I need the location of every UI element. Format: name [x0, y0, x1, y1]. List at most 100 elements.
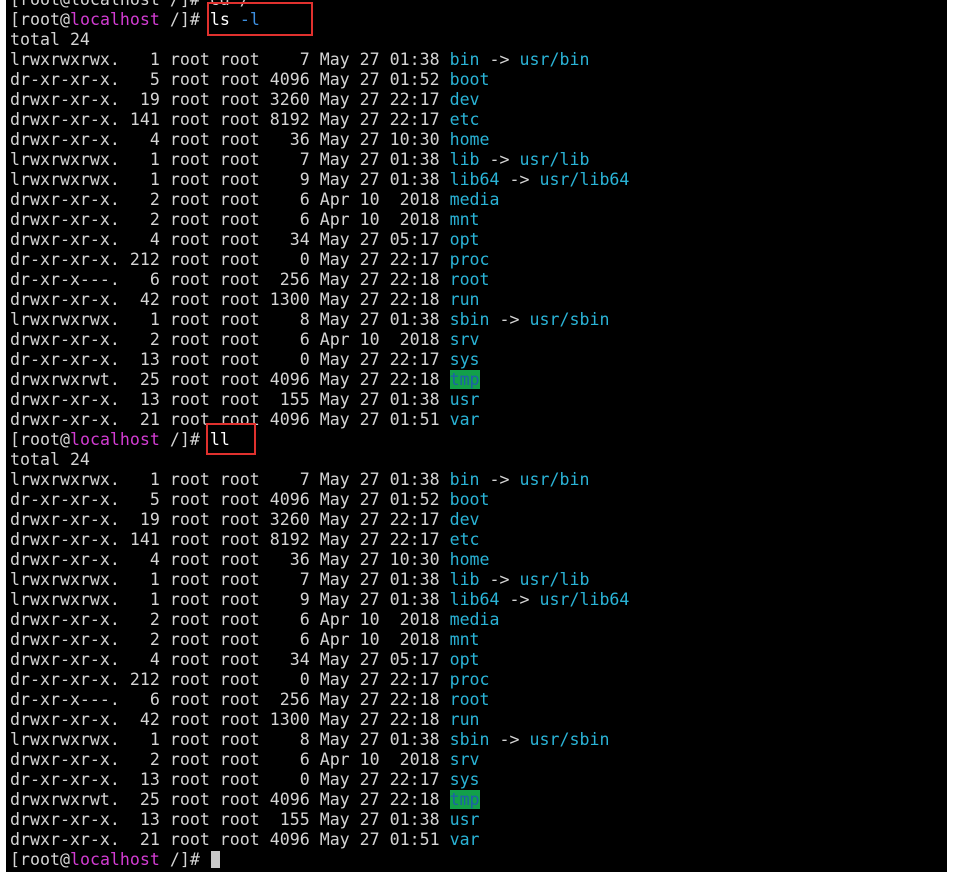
listing-row: drwxr-xr-x. 2 root root 6 Apr 10 2018 sr… [10, 330, 629, 350]
listing-name: srv [449, 750, 480, 769]
listing-name: opt [449, 230, 480, 249]
listing-row: dr-xr-xr-x. 5 root root 4096 May 27 01:5… [10, 70, 629, 90]
listing-name: usr [449, 390, 480, 409]
listing-row: lrwxrwxrwx. 1 root root 7 May 27 01:38 l… [10, 570, 629, 590]
listing-row: drwxr-xr-x. 42 root root 1300 May 27 22:… [10, 710, 629, 730]
listing-name: etc [449, 110, 480, 129]
listing-meta: drwxr-xr-x. 2 root root 6 Apr 10 2018 [10, 610, 450, 629]
prompt-host: localhost [69, 850, 160, 869]
listing-name: media [449, 610, 500, 629]
listing-row: dr-xr-xr-x. 13 root root 0 May 27 22:17 … [10, 350, 629, 370]
listing-meta: drwxr-xr-x. 141 root root 8192 May 27 22… [10, 110, 450, 129]
listing-meta: drwxr-xr-x. 19 root root 3260 May 27 22:… [10, 90, 450, 109]
prompt-user: root [20, 430, 60, 449]
listing-row: drwxr-xr-x. 21 root root 4096 May 27 01:… [10, 830, 629, 850]
listing-name: lib64 [449, 170, 500, 189]
listing-meta: lrwxrwxrwx. 1 root root 8 May 27 01:38 [10, 310, 450, 329]
symlink-target: usr/bin [519, 470, 590, 489]
symlink-arrow: -> [489, 730, 530, 749]
listing-name: mnt [449, 630, 480, 649]
prompt-line-final: [root@localhost /]# [10, 850, 629, 870]
listing-row: drwxr-xr-x. 19 root root 3260 May 27 22:… [10, 90, 629, 110]
symlink-target: usr/lib [519, 150, 590, 169]
listing-row: drwxr-xr-x. 2 root root 6 Apr 10 2018 me… [10, 610, 629, 630]
total-text: total 24 [10, 450, 90, 469]
terminal-screen[interactable]: [root@localhost /]# cd /[root@localhost … [6, 0, 947, 872]
listing-row: lrwxrwxrwx. 1 root root 7 May 27 01:38 l… [10, 150, 629, 170]
listing-name: root [449, 690, 490, 709]
listing-meta: dr-xr-xr-x. 13 root root 0 May 27 22:17 [10, 350, 450, 369]
symlink-arrow: -> [479, 50, 520, 69]
listing-meta: dr-xr-xr-x. 212 root root 0 May 27 22:17 [10, 670, 450, 689]
listing-row: lrwxrwxrwx. 1 root root 8 May 27 01:38 s… [10, 730, 629, 750]
listing-row: drwxr-xr-x. 19 root root 3260 May 27 22:… [10, 510, 629, 530]
prompt-line-clipped: [root@localhost /]# cd / [10, 0, 629, 10]
prompt-host: localhost [69, 430, 160, 449]
prompt-user: root [20, 10, 60, 29]
listing-meta: lrwxrwxrwx. 1 root root 7 May 27 01:38 [10, 470, 450, 489]
total-line: total 24 [10, 450, 629, 470]
listing-meta: drwxr-xr-x. 4 root root 36 May 27 10:30 [10, 130, 450, 149]
listing-row: dr-xr-xr-x. 212 root root 0 May 27 22:17… [10, 670, 629, 690]
listing-meta: drwxr-xr-x. 2 root root 6 Apr 10 2018 [10, 630, 450, 649]
listing-name: proc [449, 250, 490, 269]
command-ls: ls [209, 10, 230, 29]
listing-name: mnt [449, 210, 480, 229]
listing-meta: drwxr-xr-x. 21 root root 4096 May 27 01:… [10, 410, 450, 429]
symlink-arrow: -> [489, 310, 530, 329]
listing-name: boot [449, 490, 490, 509]
command-flag: -l [239, 10, 260, 29]
listing-name: lib [449, 570, 480, 589]
listing-meta: dr-xr-xr-x. 212 root root 0 May 27 22:17 [10, 250, 450, 269]
listing-name: proc [449, 670, 490, 689]
listing-row: drwxr-xr-x. 42 root root 1300 May 27 22:… [10, 290, 629, 310]
command-ll: ll [209, 430, 230, 449]
listing-meta: drwxr-xr-x. 42 root root 1300 May 27 22:… [10, 290, 450, 309]
listing-row: drwxr-xr-x. 4 root root 34 May 27 05:17 … [10, 650, 629, 670]
listing-meta: drwxr-xr-x. 13 root root 155 May 27 01:3… [10, 390, 450, 409]
symlink-target: usr/sbin [529, 730, 610, 749]
text-cursor[interactable] [210, 851, 220, 868]
listing-row: lrwxrwxrwx. 1 root root 8 May 27 01:38 s… [10, 310, 629, 330]
terminal-window: [root@localhost /]# cd /[root@localhost … [0, 0, 953, 878]
terminal-output: [root@localhost /]# cd /[root@localhost … [10, 0, 629, 870]
listing-row: dr-xr-xr-x. 5 root root 4096 May 27 01:5… [10, 490, 629, 510]
listing-name: srv [449, 330, 480, 349]
listing-meta: lrwxrwxrwx. 1 root root 7 May 27 01:38 [10, 50, 450, 69]
prompt-bracket: [ [10, 430, 20, 449]
listing-row: dr-xr-x---. 6 root root 256 May 27 22:18… [10, 690, 629, 710]
symlink-arrow: -> [479, 150, 520, 169]
listing-meta: lrwxrwxrwx. 1 root root 7 May 27 01:38 [10, 150, 450, 169]
symlink-arrow: -> [499, 590, 540, 609]
total-line: total 24 [10, 30, 629, 50]
listing-name: sys [449, 770, 480, 789]
listing-row: drwxr-xr-x. 13 root root 155 May 27 01:3… [10, 390, 629, 410]
total-text: total 24 [10, 30, 90, 49]
listing-meta: drwxr-xr-x. 141 root root 8192 May 27 22… [10, 530, 450, 549]
listing-row: drwxrwxrwt. 25 root root 4096 May 27 22:… [10, 790, 629, 810]
listing-meta: drwxr-xr-x. 2 root root 6 Apr 10 2018 [10, 190, 450, 209]
listing-row: dr-xr-xr-x. 212 root root 0 May 27 22:17… [10, 250, 629, 270]
listing-name: tmp [449, 370, 480, 389]
prompt-bracket: [ [10, 850, 20, 869]
listing-name: var [449, 830, 480, 849]
listing-meta: lrwxrwxrwx. 1 root root 7 May 27 01:38 [10, 570, 450, 589]
listing-row: drwxr-xr-x. 21 root root 4096 May 27 01:… [10, 410, 629, 430]
listing-row: dr-xr-x---. 6 root root 256 May 27 22:18… [10, 270, 629, 290]
symlink-target: usr/bin [519, 50, 590, 69]
prompt-bracket: [ [10, 10, 20, 29]
symlink-target: usr/lib [519, 570, 590, 589]
listing-meta: drwxr-xr-x. 2 root root 6 Apr 10 2018 [10, 210, 450, 229]
listing-name: opt [449, 650, 480, 669]
prompt-path: /]# [159, 430, 200, 449]
listing-meta: dr-xr-xr-x. 13 root root 0 May 27 22:17 [10, 770, 450, 789]
listing-meta: drwxr-xr-x. 42 root root 1300 May 27 22:… [10, 710, 450, 729]
listing-row: drwxr-xr-x. 141 root root 8192 May 27 22… [10, 530, 629, 550]
listing-meta: drwxr-xr-x. 4 root root 34 May 27 05:17 [10, 650, 450, 669]
listing-name: home [449, 550, 490, 569]
prompt-line-ls: [root@localhost /]# ls -l [10, 10, 629, 30]
